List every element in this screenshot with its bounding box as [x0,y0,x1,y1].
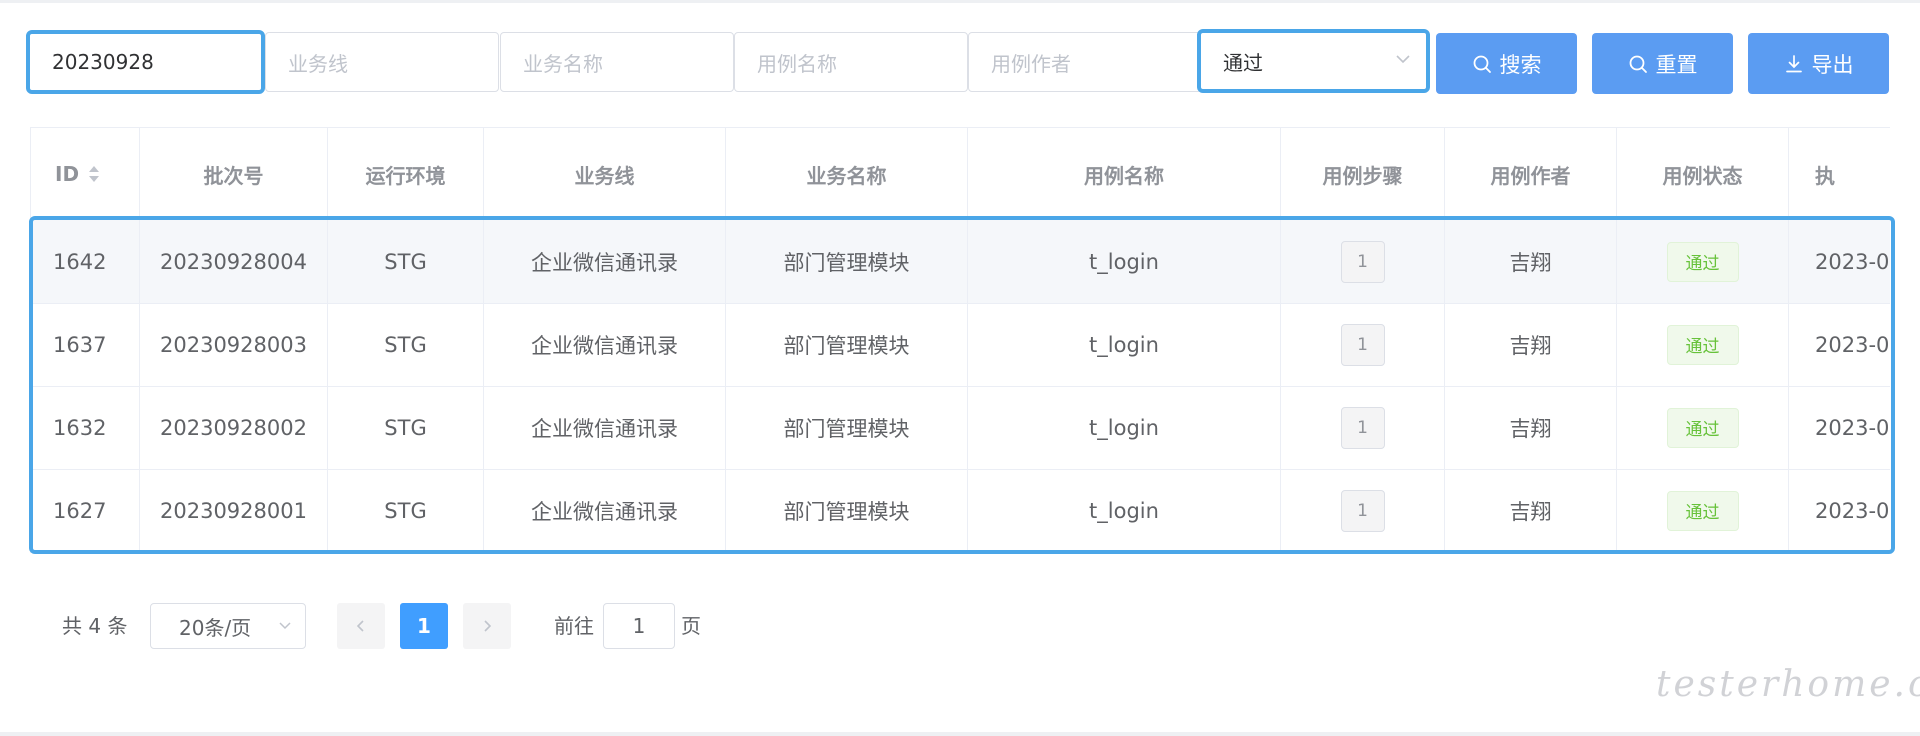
column-header-batch: 批次号 [140,128,328,220]
business-name-placeholder: 业务名称 [523,51,603,76]
goto-page-value: 1 [632,614,646,638]
column-header-steps-label: 用例步骤 [1322,163,1403,188]
bottom-divider [0,732,1920,736]
next-page-button[interactable] [463,603,511,649]
case-author-placeholder: 用例作者 [991,51,1071,76]
column-header-env: 运行环境 [328,128,484,220]
export-button-label: 导出 [1811,52,1854,77]
column-header-id[interactable]: ID [30,128,140,220]
column-header-business-name-label: 业务名称 [806,163,887,188]
search-button[interactable]: 搜索 [1436,33,1577,94]
batch-number-input[interactable]: 20230928 [26,30,265,94]
search-button-label: 搜索 [1499,52,1542,77]
search-icon [1473,55,1491,73]
reset-button-label: 重置 [1655,52,1698,77]
export-button[interactable]: 导出 [1748,33,1889,94]
column-header-case-name-label: 用例名称 [1084,163,1164,188]
column-header-id-label: ID [55,162,80,186]
column-header-steps: 用例步骤 [1281,128,1445,220]
top-divider [0,0,1920,3]
chevron-right-icon [484,620,492,632]
page-size-value: 20条/页 [179,615,252,640]
status-select[interactable]: 通过 [1197,29,1430,93]
page-suffix-label: 页 [681,614,701,638]
column-header-author: 用例作者 [1445,128,1617,220]
search-icon [1629,55,1647,73]
rows-highlight-box [29,216,1895,554]
goto-label: 前往 [554,614,594,638]
page-size-select[interactable]: 20条/页 [150,603,306,649]
column-header-business-line-label: 业务线 [574,163,635,188]
column-header-business-name: 业务名称 [726,128,968,220]
reset-button[interactable]: 重置 [1592,33,1733,94]
download-icon [1785,54,1802,72]
case-name-input[interactable]: 用例名称 [734,32,968,92]
business-line-input[interactable]: 业务线 [265,32,499,92]
prev-page-button[interactable] [337,603,385,649]
column-header-exec-time: 执 [1789,128,1890,220]
batch-number-value: 20230928 [52,50,154,74]
page-number-active[interactable]: 1 [400,603,448,649]
chevron-down-icon [1396,55,1410,64]
watermark: testerhome.com [1656,664,1920,705]
business-line-placeholder: 业务线 [288,51,348,76]
case-author-input[interactable]: 用例作者 [968,32,1202,92]
column-header-status-label: 用例状态 [1662,163,1743,188]
column-header-batch-label: 批次号 [203,163,264,188]
business-name-input[interactable]: 业务名称 [500,32,734,92]
column-header-status: 用例状态 [1617,128,1789,220]
column-header-exec-time-label: 执 [1815,163,1835,188]
sort-caret-icon[interactable] [87,163,101,185]
column-header-case-name: 用例名称 [968,128,1281,220]
column-header-env-label: 运行环境 [365,163,446,188]
column-header-business-line: 业务线 [484,128,726,220]
chevron-down-icon [279,622,291,630]
chevron-left-icon [356,620,364,632]
column-header-author-label: 用例作者 [1490,163,1571,188]
goto-page-input[interactable]: 1 [603,603,675,649]
pagination-total: 共 4 条 [62,614,128,638]
case-name-placeholder: 用例名称 [757,51,837,76]
table-header-row: ID 批次号 运行环境 业务线 业务名称 用例名称 用例步骤 用例作者 用例状态… [30,128,1890,221]
status-select-value: 通过 [1223,50,1263,75]
